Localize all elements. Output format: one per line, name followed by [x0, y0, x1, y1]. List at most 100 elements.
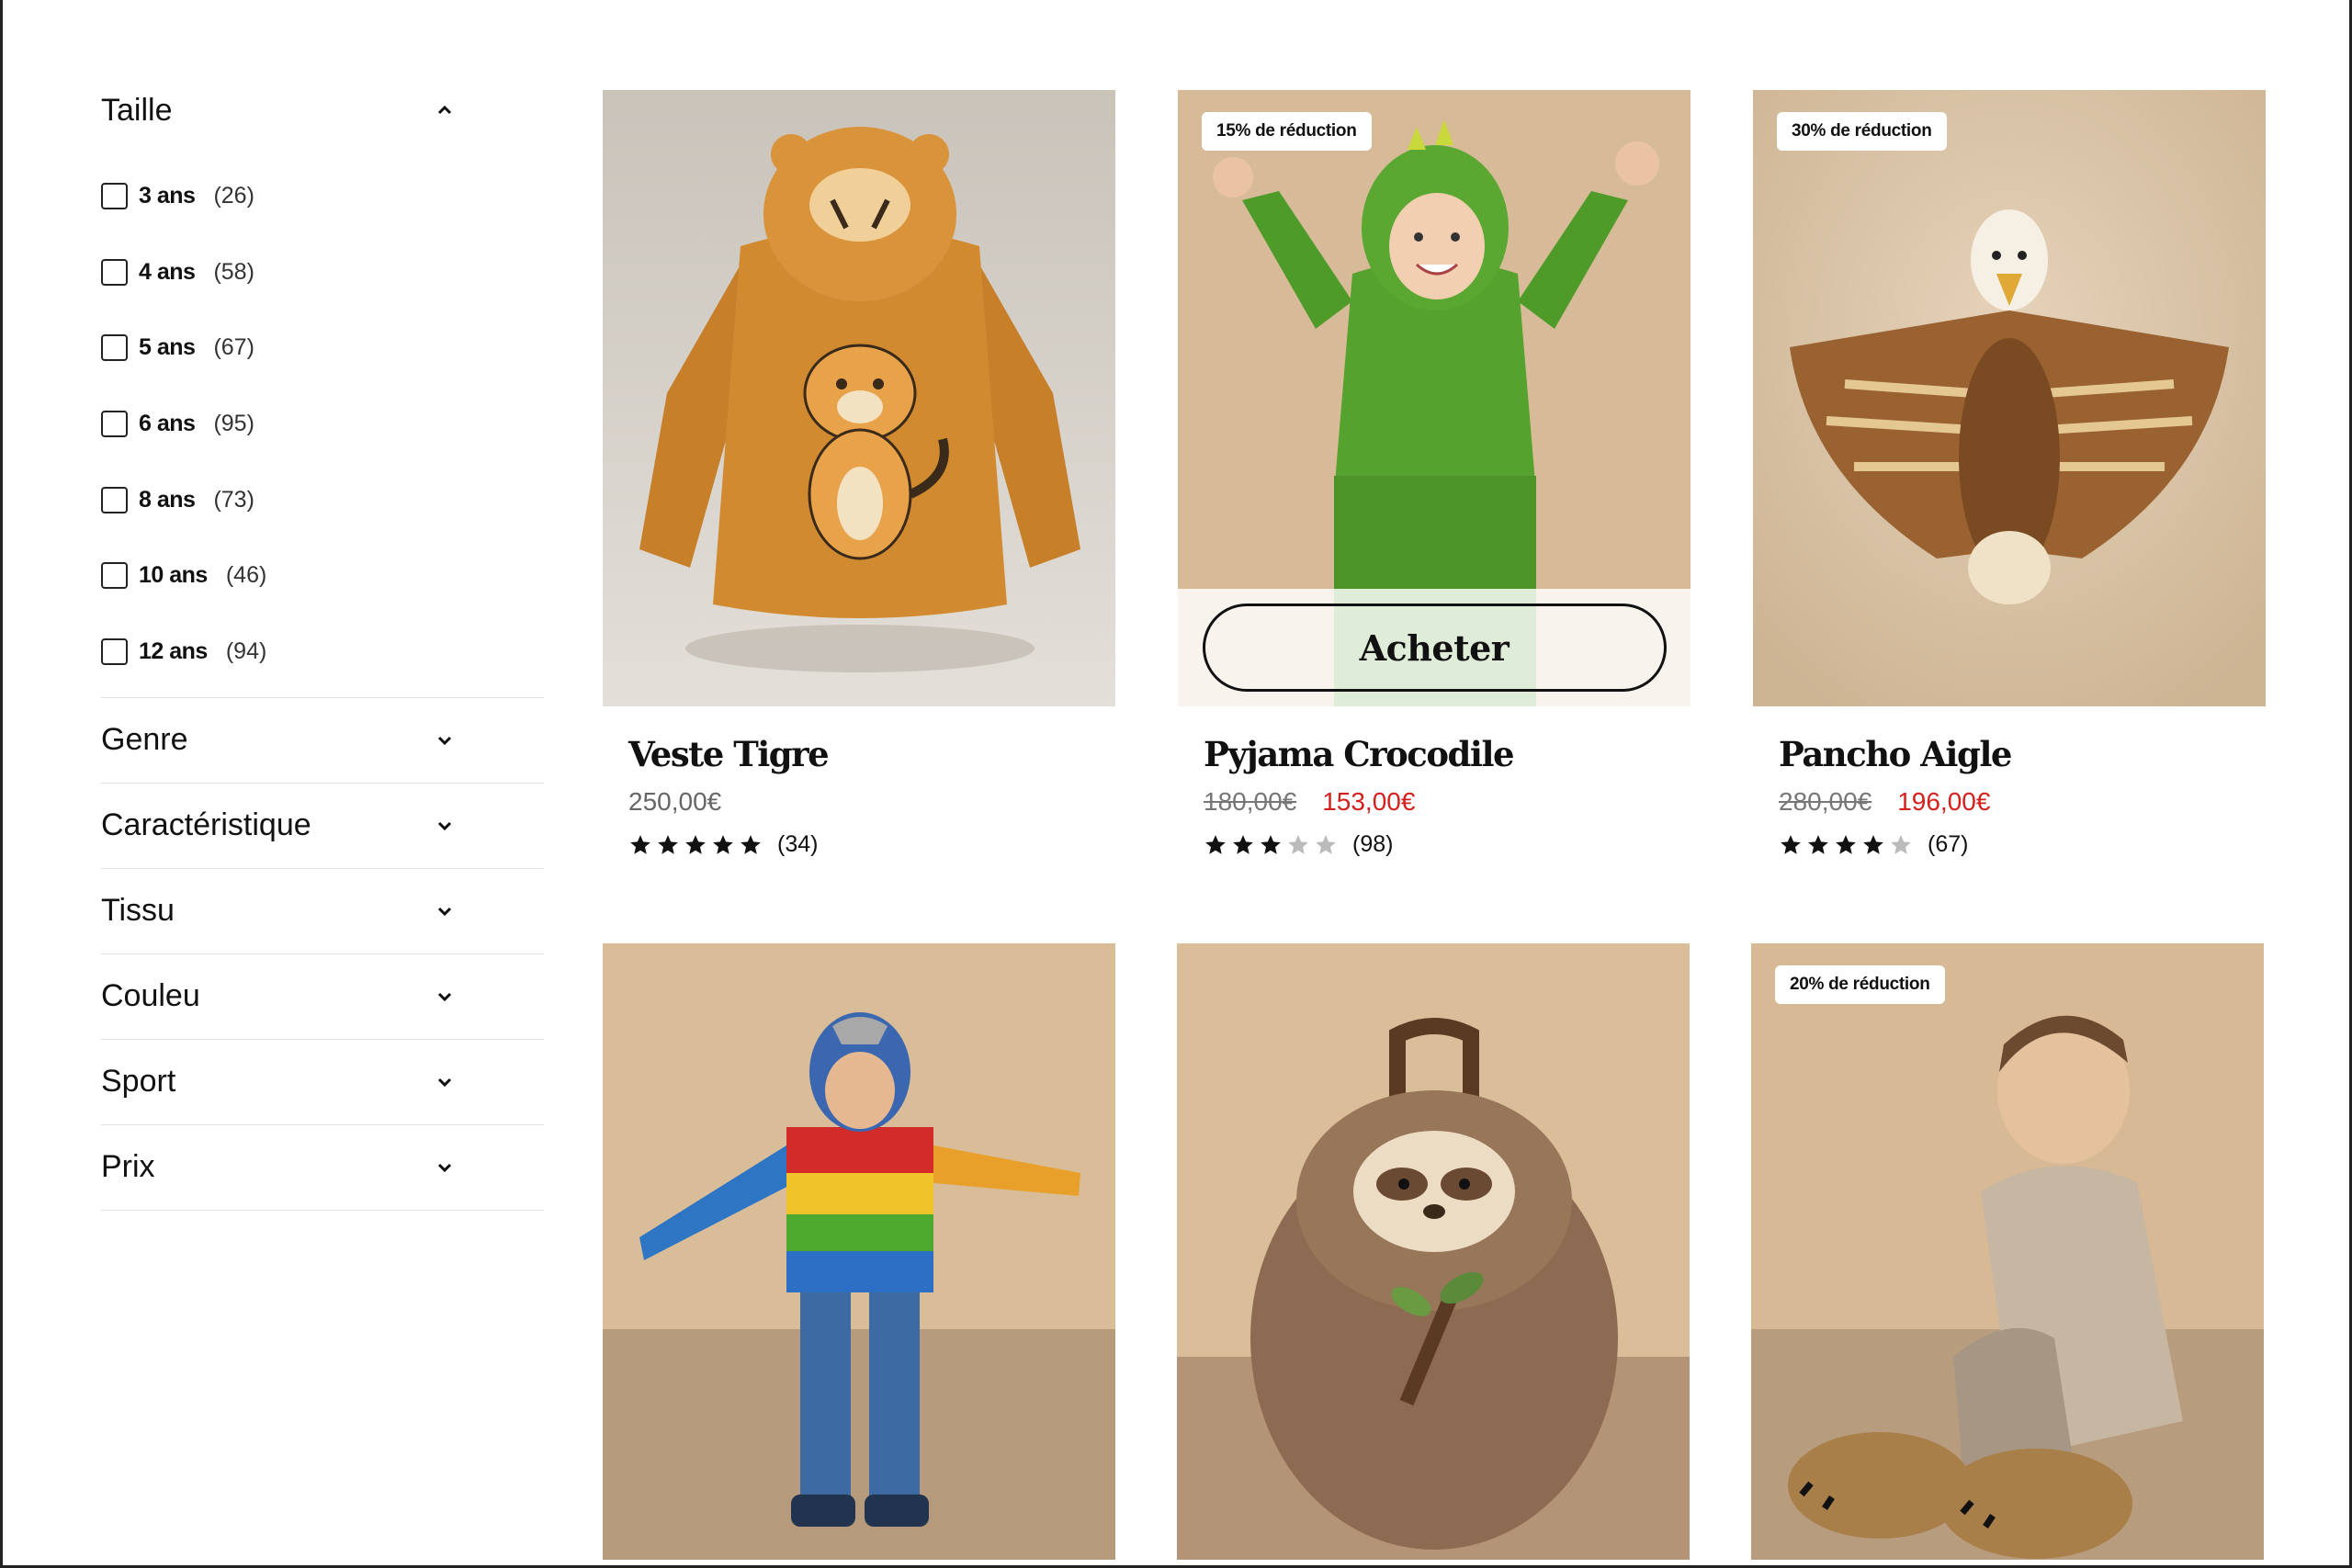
product-card[interactable]: 30% de réduction Pancho Aigle 280,00€ 19…	[1753, 90, 2266, 858]
chevron-down-icon	[428, 1151, 461, 1184]
discount-badge: 20% de réduction	[1775, 965, 1945, 1004]
original-price: 280,00€	[1779, 787, 1872, 816]
size-option[interactable]: 12 ans (94)	[101, 614, 544, 690]
size-option-count: (58)	[213, 258, 254, 285]
checkbox[interactable]	[101, 562, 128, 590]
product-name[interactable]: Pancho Aigle	[1753, 734, 2266, 774]
filter-color-toggle[interactable]: Couleu	[101, 954, 544, 1040]
filter-group-label: Prix	[101, 1149, 155, 1185]
checkbox[interactable]	[101, 637, 128, 665]
review-count: (67)	[1928, 831, 1969, 857]
star-filled-icon	[685, 834, 706, 854]
size-option[interactable]: 10 ans (46)	[101, 537, 544, 614]
star-filled-icon	[741, 834, 761, 854]
product-name[interactable]: Pyjama Crocodile	[1178, 734, 1690, 774]
review-count: (98)	[1352, 831, 1394, 857]
filter-feature-toggle[interactable]: Caractéristique	[101, 784, 544, 869]
product-card[interactable]: 15% de réduction Acheter Pyjama Crocodil…	[1178, 90, 1690, 858]
product-name[interactable]: Veste Tigre	[603, 734, 1115, 774]
star-filled-icon	[1233, 834, 1253, 854]
star-empty-icon	[1891, 834, 1911, 854]
size-option-count: (67)	[213, 334, 254, 361]
sale-price: 196,00€	[1897, 787, 1991, 816]
size-option-count: (46)	[225, 562, 267, 589]
star-filled-icon	[630, 834, 650, 854]
size-option[interactable]: 8 ans (73)	[101, 462, 544, 538]
product-image-parrot-sweater[interactable]	[603, 943, 1115, 1560]
star-empty-icon	[1316, 834, 1336, 854]
product-image-crocodile-pyjama[interactable]: 15% de réduction Acheter	[1178, 90, 1690, 706]
size-option-count: (95)	[213, 410, 254, 436]
product-image-bear-paw-slippers[interactable]: 20% de réduction	[1751, 943, 2264, 1560]
size-option-count: (73)	[213, 486, 254, 513]
product-card[interactable]: 20% de réduction	[1751, 943, 2264, 1560]
original-price: 180,00€	[1204, 787, 1297, 816]
star-filled-icon	[713, 834, 733, 854]
filter-group-label: Tissu	[101, 893, 175, 929]
size-option-list: 3 ans (26) 4 ans (58) 5 ans (67) 6 ans (…	[101, 158, 544, 690]
discount-badge: 15% de réduction	[1202, 112, 1372, 151]
star-filled-icon	[1863, 834, 1883, 854]
filter-size-title: Taille	[101, 92, 173, 128]
rating-row: (67)	[1753, 831, 2266, 858]
filter-fabric-toggle[interactable]: Tissu	[101, 869, 544, 954]
size-option[interactable]: 4 ans (58)	[101, 234, 544, 310]
size-option-label: 8 ans	[139, 486, 196, 513]
filter-genre-toggle[interactable]: Genre	[101, 698, 544, 784]
checkbox[interactable]	[101, 410, 128, 437]
chevron-down-icon	[428, 724, 461, 757]
checkbox[interactable]	[101, 258, 128, 286]
star-filled-icon	[1836, 834, 1856, 854]
star-filled-icon	[1261, 834, 1281, 854]
price-row: 250,00€	[603, 787, 1115, 817]
product-card[interactable]	[1177, 943, 1690, 1560]
size-option-label: 12 ans	[139, 637, 208, 664]
star-filled-icon	[658, 834, 678, 854]
size-option-label: 5 ans	[139, 334, 196, 361]
product-image-tiger-jacket[interactable]	[603, 90, 1115, 706]
price-row: 280,00€ 196,00€	[1753, 787, 2266, 817]
product-image-eagle-cape[interactable]: 30% de réduction	[1753, 90, 2266, 706]
filter-price-toggle[interactable]: Prix	[101, 1125, 544, 1211]
filter-group-label: Couleu	[101, 978, 200, 1014]
filter-group-label: Genre	[101, 722, 188, 758]
size-option[interactable]: 5 ans (67)	[101, 310, 544, 386]
filter-size-group: Taille 3 ans (26) 4 ans (58) 5 ans (67)	[101, 83, 544, 698]
size-option-label: 3 ans	[139, 182, 196, 209]
checkbox[interactable]	[101, 486, 128, 513]
star-filled-icon	[1781, 834, 1801, 854]
filter-sidebar: Taille 3 ans (26) 4 ans (58) 5 ans (67)	[101, 83, 544, 1211]
chevron-down-icon	[428, 980, 461, 1013]
discount-badge: 30% de réduction	[1777, 112, 1947, 151]
size-option-label: 6 ans	[139, 410, 196, 436]
rating-row: (98)	[1178, 831, 1690, 858]
size-option-label: 10 ans	[139, 562, 208, 589]
filter-size-toggle[interactable]: Taille	[101, 83, 544, 138]
filter-sport-toggle[interactable]: Sport	[101, 1040, 544, 1125]
filter-group-label: Caractéristique	[101, 807, 311, 843]
buy-button[interactable]: Acheter	[1202, 604, 1667, 692]
buy-overlay: Acheter	[1178, 589, 1690, 706]
chevron-down-icon	[428, 1066, 461, 1099]
size-option[interactable]: 3 ans (26)	[101, 158, 544, 234]
product-price: 250,00€	[628, 787, 722, 816]
price-row: 180,00€ 153,00€	[1178, 787, 1690, 817]
chevron-down-icon	[428, 809, 461, 842]
product-card[interactable]	[603, 943, 1115, 1560]
size-option-label: 4 ans	[139, 258, 196, 285]
size-option-count: (94)	[225, 637, 267, 664]
review-count: (34)	[777, 831, 819, 857]
size-option[interactable]: 6 ans (95)	[101, 386, 544, 462]
checkbox[interactable]	[101, 182, 128, 209]
star-empty-icon	[1288, 834, 1308, 854]
product-image-sloth-backpack[interactable]	[1177, 943, 1690, 1560]
rating-row: (34)	[603, 831, 1115, 858]
product-card[interactable]: Veste Tigre 250,00€ (34)	[603, 90, 1115, 858]
size-option-count: (26)	[213, 182, 254, 209]
chevron-down-icon	[428, 895, 461, 928]
checkbox[interactable]	[101, 334, 128, 362]
star-filled-icon	[1205, 834, 1226, 854]
chevron-up-icon	[428, 94, 461, 127]
star-filled-icon	[1808, 834, 1828, 854]
filter-group-label: Sport	[101, 1064, 176, 1100]
